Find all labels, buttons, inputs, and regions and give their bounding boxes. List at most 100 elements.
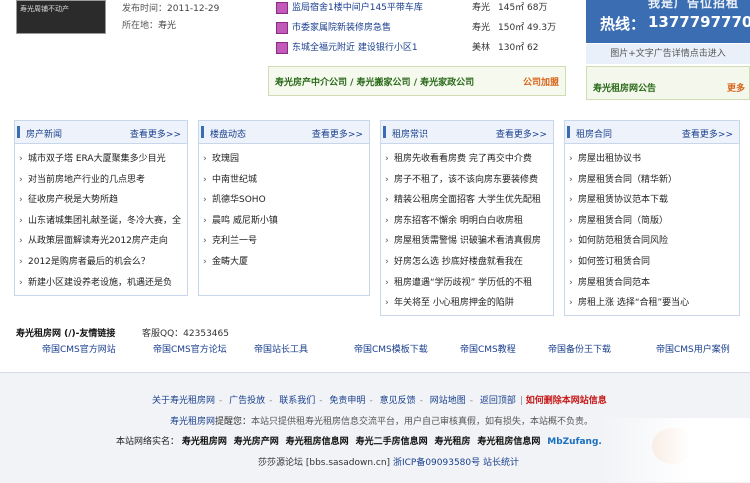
notice-title[interactable]: 寿光租房网公告 [593,81,656,94]
header-accent-bar [201,126,204,138]
box-title[interactable]: 楼盘动态 [210,127,246,140]
friend-link[interactable]: 帝国CMS官方论坛 [153,342,227,355]
stats-link[interactable]: 站长统计 [483,458,519,468]
image-ad-link[interactable]: 图片+文字广告详情点击进入 [586,44,750,64]
alias-name: 寿光二手房信息网 [355,437,428,447]
box-title[interactable]: 租房常识 [392,127,428,140]
agency-links[interactable]: 寿光房产中介公司 / 寿光搬家公司 / 寿光家政公司 [275,75,474,88]
news-list: 房屋出租协议书 房屋租赁合同（精华新） 房屋租赁协议范本下载 房屋租赁合同（简版… [569,151,735,316]
house-icon [276,2,288,14]
friend-links-bar: 寿光租房网 (/)-友情链接 客服QQ：42353465 帝国CMS官方网站 帝… [16,323,750,359]
rental-area: 寿光 [472,3,491,13]
delete-info-link[interactable]: 如何删除本网站信息 [526,396,607,406]
news-box-house-news: 房产新闻 查看更多>> 城市双子塔 ERA大厦聚集多少目光 对当前房地产行业的几… [14,120,188,296]
list-item[interactable]: 房子不租了，该不该向房东要装修费 [385,172,549,193]
news-box-rental-contracts: 租房合同 查看更多>> 房屋出租协议书 房屋租赁合同（精华新） 房屋租赁协议范本… [564,120,740,316]
forum-link[interactable]: 莎莎源论坛 [bbs.sasadown.cn] [258,458,390,468]
header-accent-bar [383,126,386,138]
company-join-link[interactable]: 公司加盟 [523,75,559,88]
list-item[interactable]: 房租上涨 选择“合租”要当心 [569,295,735,316]
qq-number: 42353465 [183,329,229,339]
box-header: 楼盘动态 查看更多>> [199,121,369,144]
hotline-banner[interactable]: 我是广告位招租 热线： 13777977705 [586,0,750,43]
list-item[interactable]: 房屋租赁需警惕 识破骗术看清真假房 [385,233,549,254]
rental-row[interactable]: 监局宿舍1楼中间户145平带车库 寿光 145㎡ 68万 [276,0,566,18]
alias-name: 寿光租房 [434,437,471,447]
list-item[interactable]: 租房遭遇“学历歧视” 学历低的不租 [385,275,549,296]
publish-date: 2011-12-29 [167,4,220,14]
rental-row[interactable]: 东城全福元附近 建设银行小区1 美林 130㎡ 62 [276,40,566,58]
footer-link-about[interactable]: 关于寿光租房网 [152,396,215,406]
list-item[interactable]: 城市双子塔 ERA大厦聚集多少目光 [19,151,183,172]
list-item[interactable]: 中南世纪城 [203,172,365,193]
list-item[interactable]: 房屋租赁协议范本下载 [569,192,735,213]
list-item[interactable]: 房屋租赁合同（简版） [569,213,735,234]
listing-publish-info: 发布时间：2011-12-29 所在地：寿光 [122,1,219,35]
list-item[interactable]: 房屋出租协议书 [569,151,735,172]
list-item[interactable]: 房东招客不懈余 明明白白收房租 [385,213,549,234]
footer-site-name[interactable]: 寿光租房网 [170,417,215,427]
list-item[interactable]: 年关将至 小心租房押金的陷阱 [385,295,549,316]
notice-more-link[interactable]: 更多 [727,81,745,94]
support-qq: 客服QQ：42353465 [142,326,229,339]
footer-link-feedback[interactable]: 意见反馈 [380,396,416,406]
banner-cut-text: 我是广告位招租 [648,0,740,10]
rental-size-price: 150㎡ 49.3万 [498,23,557,33]
friend-link[interactable]: 帝国CMS教程 [460,342,516,355]
list-item[interactable]: 凯德华SOHO [203,192,365,213]
header-accent-bar [567,126,570,138]
alias-name: 寿光房产网 [233,437,279,447]
list-item[interactable]: 房屋租赁合同（精华新） [569,172,735,193]
view-more-link[interactable]: 查看更多>> [682,127,733,140]
list-item[interactable]: 金畴大厦 [203,254,365,275]
list-item[interactable]: 2012是购房者最后的机会么？ [19,254,183,275]
list-item[interactable]: 对当前房地产行业的几点思考 [19,172,183,193]
list-item[interactable]: 新建小区建设养老设施，机遇还是负 [19,275,183,296]
news-list: 玫瑰园 中南世纪城 凯德华SOHO 晨鸣 威尼斯小镇 克利兰一号 金畴大厦 [203,151,365,275]
list-item[interactable]: 克利兰一号 [203,233,365,254]
footer-link-disclaimer[interactable]: 免责申明 [329,396,365,406]
list-item[interactable]: 好房怎么选 抄底好楼盘就看我在 [385,254,549,275]
footer-link-sitemap[interactable]: 网站地图 [430,396,466,406]
news-box-property-updates: 楼盘动态 查看更多>> 玫瑰园 中南世纪城 凯德华SOHO 晨鸣 威尼斯小镇 克… [198,120,370,296]
box-header: 房产新闻 查看更多>> [15,121,187,144]
hotline-number: 13777977705 [648,13,750,31]
thumbnail-caption: 寿光周铺不动产 [20,5,69,13]
list-item[interactable]: 如何防范租赁合同风险 [569,233,735,254]
list-item[interactable]: 征收房产税是大势所趋 [19,192,183,213]
icp-license-link[interactable]: 浙ICP备09093580号 [393,458,480,468]
box-title[interactable]: 租房合同 [576,127,612,140]
mbzufang-logo-text: MbZufang. [547,437,602,447]
view-more-link[interactable]: 查看更多>> [312,127,363,140]
list-item[interactable]: 玫瑰园 [203,151,365,172]
view-more-link[interactable]: 查看更多>> [496,127,547,140]
friend-link[interactable]: 帝国备份王下载 [548,342,611,355]
friend-link[interactable]: 帝国站长工具 [254,342,308,355]
notice-box: 寿光租房网公告 更多 [586,66,750,100]
rental-row[interactable]: 市委家属院新装修房急售 寿光 150㎡ 49.3万 [276,20,566,38]
listing-thumbnail[interactable]: 寿光周铺不动产 [16,0,106,34]
box-title[interactable]: 房产新闻 [26,127,62,140]
friend-link[interactable]: 帝国CMS官方网站 [42,342,116,355]
list-item[interactable]: 晨鸣 威尼斯小镇 [203,213,365,234]
friend-link[interactable]: 帝国CMS用户案例 [656,342,730,355]
list-item[interactable]: 如何签订租赁合同 [569,254,735,275]
list-item[interactable]: 租房先收看看房费 完了再交中介费 [385,151,549,172]
publish-label: 发布时间： [122,4,168,14]
rental-title[interactable]: 东城全福元附近 建设银行小区1 [292,40,418,53]
rental-area: 美林 [472,43,491,53]
footer-link-ads[interactable]: 广告投放 [229,396,265,406]
view-more-link[interactable]: 查看更多>> [130,127,181,140]
list-item[interactable]: 山东诸城集团礼献圣诞，冬冷大赛，全 [19,213,183,234]
list-item[interactable]: 房屋租赁合同范本 [569,275,735,296]
news-box-rental-tips: 租房常识 查看更多>> 租房先收看看房费 完了再交中介费 房子不租了，该不该向房… [380,120,554,316]
news-list: 租房先收看看房费 完了再交中介费 房子不租了，该不该向房东要装修费 精装公租房全… [385,151,549,316]
friend-link[interactable]: 帝国CMS模板下载 [354,342,428,355]
alias-name: 寿光租房网 [181,437,227,447]
footer-link-top[interactable]: 返回顶部 [480,396,516,406]
footer-link-contact[interactable]: 联系我们 [279,396,315,406]
list-item[interactable]: 精装公租房全面招客 大学生优先配租 [385,192,549,213]
list-item[interactable]: 从政策层面解读寿光2012房产走向 [19,233,183,254]
rental-title[interactable]: 监局宿舍1楼中间户145平带车库 [292,0,423,13]
rental-title[interactable]: 市委家属院新装修房急售 [292,20,391,33]
